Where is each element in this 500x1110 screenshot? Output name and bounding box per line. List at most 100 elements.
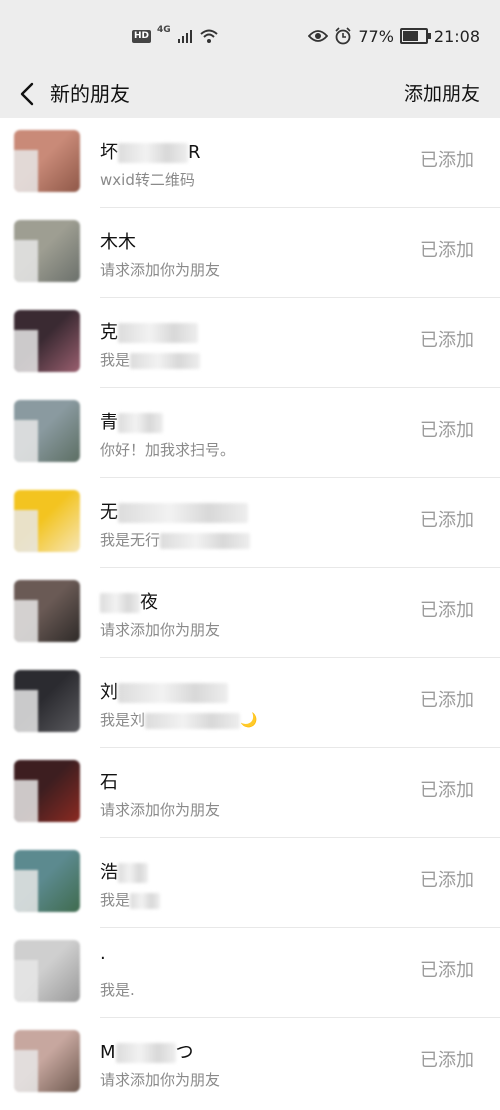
add-friend-button[interactable]: 添加朋友 <box>404 70 480 118</box>
friend-name-text: 克 <box>100 322 118 343</box>
friend-name-text: 浩 <box>100 862 118 883</box>
friend-name: 浩 <box>100 858 148 884</box>
friend-request-row[interactable]: 克我是 已添加 <box>0 298 500 388</box>
alarm-icon <box>335 27 351 45</box>
request-message-text: 请求添加你为朋友 <box>100 1071 221 1089</box>
friend-request-row[interactable]: 木木 请求添加你为朋友 已添加 <box>0 208 500 298</box>
added-status: 已添加 <box>420 960 474 981</box>
battery-fill <box>402 31 418 41</box>
request-message-text: 我是. <box>100 981 135 999</box>
avatar[interactable] <box>14 670 80 732</box>
request-message-text: 请求添加你为朋友 <box>100 621 221 639</box>
friend-name-suffix: R <box>188 142 201 163</box>
friend-name-text: M <box>100 1042 116 1063</box>
friend-name: 刘 <box>100 678 228 704</box>
eye-icon <box>308 30 329 42</box>
friend-name: 坏R <box>100 138 201 164</box>
wifi-icon <box>200 29 218 43</box>
request-message-text: 你好！加我求扫号。 <box>100 441 236 459</box>
chevron-left-icon[interactable] <box>14 78 42 110</box>
request-message: 请求添加你为朋友 <box>100 1069 220 1090</box>
friend-name-suffix: 夜 <box>140 592 158 613</box>
request-message: 请求添加你为朋友 <box>100 799 220 820</box>
request-message: 我是 <box>100 349 201 370</box>
redacted-mosaic <box>118 683 228 703</box>
battery-percent: 77% <box>358 26 394 46</box>
redacted-mosaic <box>118 503 248 523</box>
added-status: 已添加 <box>420 330 474 351</box>
friend-name: 夜 <box>100 588 158 614</box>
avatar[interactable] <box>14 310 80 372</box>
moon-icon: 🌙 <box>240 712 258 729</box>
request-message-text: 我是无行 <box>100 531 161 549</box>
request-message-text: 请求添加你为朋友 <box>100 261 221 279</box>
redacted-mosaic <box>115 1043 176 1063</box>
redacted-mosaic <box>145 712 241 729</box>
friend-request-row[interactable]: 坏 Rwxid转二维码 已添加 <box>0 118 500 208</box>
friend-request-list: 坏 Rwxid转二维码 已添加 木木 请求添加你为朋友 已添加克我是 已添加青你好！加我求扫… <box>0 118 500 1110</box>
friend-request-row[interactable]: 石请求添加你为朋友 已添加 <box>0 748 500 838</box>
signal-icon <box>177 30 192 43</box>
friend-request-row[interactable]: 浩我是 已添加 <box>0 838 500 928</box>
friend-request-row[interactable]: 无我是无行 已添加 <box>0 478 500 568</box>
redacted-mosaic <box>130 892 161 909</box>
friend-name: 无 <box>100 498 248 524</box>
avatar[interactable] <box>14 1030 80 1092</box>
friend-name: · <box>100 948 106 969</box>
friend-name: 木木 <box>100 228 136 254</box>
friend-request-row[interactable]: 青你好！加我求扫号。 已添加 <box>0 388 500 478</box>
avatar[interactable] <box>14 130 80 192</box>
redacted-mosaic <box>100 593 140 613</box>
friend-request-row[interactable]: · 我是. 已添加 <box>0 928 500 1018</box>
request-message: 我是刘 🌙 <box>100 709 257 730</box>
avatar[interactable] <box>14 850 80 912</box>
redacted-mosaic <box>118 143 188 163</box>
request-message-text: 我是 <box>100 351 131 369</box>
friend-name-text: 无 <box>100 502 118 523</box>
redacted-mosaic <box>130 352 201 369</box>
page-title: 新的朋友 <box>50 82 130 106</box>
hd-badge: HD <box>132 29 152 43</box>
friend-name-suffix: つ <box>175 1042 194 1063</box>
friend-request-row[interactable]: 夜请求添加你为朋友 已添加 <box>0 568 500 658</box>
status-bar: HD 4G 77% 21:08 <box>0 0 500 70</box>
redacted-mosaic <box>160 532 251 549</box>
added-status: 已添加 <box>420 870 474 891</box>
network-type: 4G <box>157 25 171 35</box>
friend-name: 克 <box>100 318 198 344</box>
added-status: 已添加 <box>420 600 474 621</box>
request-message: 请求添加你为朋友 <box>100 259 220 280</box>
request-message-text: 请求添加你为朋友 <box>100 801 221 819</box>
request-message: 你好！加我求扫号。 <box>100 439 235 460</box>
request-message-text: 我是 <box>100 891 131 909</box>
friend-name-text: 青 <box>100 412 118 433</box>
friend-name: Mつ <box>100 1038 194 1064</box>
friend-name-text: · <box>100 948 106 969</box>
request-message: 我是. <box>100 979 135 1000</box>
avatar[interactable] <box>14 580 80 642</box>
request-message-text: wxid转二维码 <box>100 171 195 189</box>
added-status: 已添加 <box>420 420 474 441</box>
added-status: 已添加 <box>420 780 474 801</box>
request-message: 请求添加你为朋友 <box>100 619 220 640</box>
added-status: 已添加 <box>420 690 474 711</box>
avatar[interactable] <box>14 220 80 282</box>
request-message: wxid转二维码 <box>100 169 195 190</box>
friend-name: 石 <box>100 768 118 794</box>
avatar[interactable] <box>14 490 80 552</box>
avatar[interactable] <box>14 760 80 822</box>
friend-name: 青 <box>100 408 163 434</box>
friend-name-text: 坏 <box>100 142 118 163</box>
nav-bar: 新的朋友 添加朋友 <box>0 70 500 118</box>
status-right: 77% 21:08 <box>308 24 480 48</box>
request-message: 我是无行 <box>100 529 251 550</box>
battery-icon <box>399 28 431 44</box>
avatar[interactable] <box>14 940 80 1002</box>
redacted-mosaic <box>118 413 163 433</box>
friend-request-row[interactable]: M つ请求添加你为朋友 已添加 <box>0 1018 500 1108</box>
added-status: 已添加 <box>420 510 474 531</box>
friend-name-text: 石 <box>100 772 118 793</box>
avatar[interactable] <box>14 400 80 462</box>
added-status: 已添加 <box>420 150 474 171</box>
friend-request-row[interactable]: 刘我是刘 🌙 已添加 <box>0 658 500 748</box>
